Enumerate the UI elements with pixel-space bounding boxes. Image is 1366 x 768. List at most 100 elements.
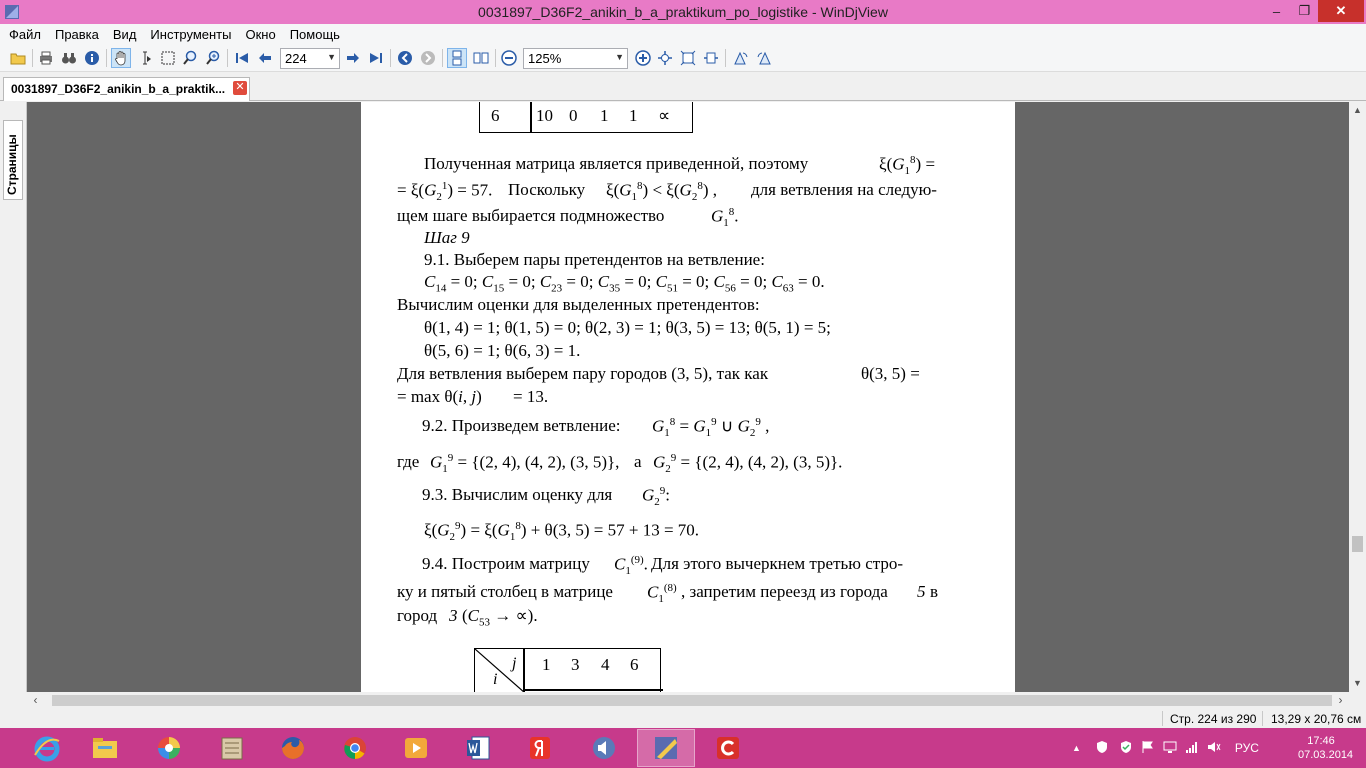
last-page-icon[interactable] — [366, 48, 386, 68]
paragraph-line: а — [634, 452, 642, 471]
horizontal-scroll-thumb[interactable] — [52, 695, 1332, 706]
scroll-right-icon[interactable]: › — [1332, 692, 1349, 709]
continuous-layout-icon[interactable] — [447, 48, 467, 68]
formula: C1(8) — [647, 582, 677, 606]
paragraph-line: ку и пятый столбец в матрице — [397, 582, 613, 601]
print-icon[interactable] — [36, 48, 56, 68]
file-explorer-icon[interactable] — [76, 729, 134, 767]
vertical-scroll-thumb[interactable] — [1352, 536, 1363, 552]
facing-pages-icon[interactable] — [471, 48, 491, 68]
table-divider — [530, 102, 532, 132]
zoom-combo[interactable]: 125% ▼ — [523, 48, 628, 69]
formula: C14 = 0; C15 = 0; C23 = 0; C35 = 0; C51 … — [424, 272, 825, 295]
table-cell: 0 — [569, 106, 578, 125]
tray-clock[interactable]: 17:46 07.03.2014 — [1298, 734, 1353, 762]
tray-area: ▲ РУС — [1072, 728, 1279, 768]
network-signal-icon[interactable] — [1185, 740, 1199, 757]
vertical-scrollbar[interactable]: ▲ ▼ — [1349, 102, 1366, 692]
paragraph-line: Вычислим оценки для выделенных претенден… — [397, 295, 760, 314]
horizontal-scrollbar[interactable]: ‹ › — [27, 692, 1349, 709]
formula: G29: — [642, 485, 671, 509]
media-player-icon[interactable] — [387, 729, 445, 767]
table-cell: 6 — [491, 106, 500, 125]
previous-page-icon[interactable] — [255, 48, 275, 68]
firefox-icon[interactable] — [264, 729, 322, 767]
menu-edit[interactable]: Правка — [48, 27, 106, 42]
rotate-right-icon[interactable] — [754, 48, 774, 68]
document-tab[interactable]: 0031897_D36F2_anikin_b_a_praktik... — [3, 77, 250, 101]
pages-panel-tab-label: Страницы — [5, 134, 19, 195]
matrix-table-top: 6 10 0 1 1 ∝ — [479, 102, 693, 133]
windjview-taskbar-icon[interactable] — [637, 729, 695, 767]
formula: (C53 → ∝). — [462, 606, 538, 629]
shield-icon[interactable] — [1095, 740, 1109, 757]
yandex-browser-icon[interactable] — [511, 729, 569, 767]
zoom-value: 125% — [528, 51, 562, 66]
open-icon[interactable] — [8, 48, 28, 68]
tab-close-icon[interactable]: ✕ — [233, 81, 247, 95]
find-binoculars-icon[interactable] — [59, 48, 79, 68]
first-page-icon[interactable] — [232, 48, 252, 68]
fit-width-icon[interactable] — [701, 48, 721, 68]
input-language-indicator[interactable]: РУС — [1235, 741, 1259, 755]
speaker-app-icon[interactable] — [575, 729, 633, 767]
document-tab-label: 0031897_D36F2_anikin_b_a_praktik... — [11, 82, 226, 96]
rotate-left-icon[interactable] — [731, 48, 751, 68]
paragraph-line: Для ветвления выберем пару городов (3, 5… — [397, 364, 769, 383]
scroll-left-icon[interactable]: ‹ — [27, 692, 44, 709]
scroll-down-icon[interactable]: ▼ — [1349, 675, 1366, 692]
table-divider — [523, 689, 663, 691]
rect-select-icon[interactable] — [158, 48, 178, 68]
toolbar-separator — [106, 49, 107, 67]
formula: G18. — [711, 206, 739, 230]
toolbar — [0, 44, 1366, 72]
red-app-icon[interactable] — [699, 729, 757, 767]
document-viewer[interactable]: 6 10 0 1 1 ∝ Полученная матрица является… — [27, 102, 1349, 692]
menu-help[interactable]: Помощь — [283, 27, 347, 42]
restore-button[interactable]: ❐ — [1290, 0, 1319, 22]
show-hidden-icons-icon[interactable]: ▲ — [1072, 743, 1081, 753]
flag-icon[interactable] — [1141, 740, 1155, 757]
chrome-icon[interactable] — [326, 729, 384, 767]
next-page-icon[interactable] — [343, 48, 363, 68]
minimize-button[interactable]: – — [1262, 0, 1291, 22]
archive-icon[interactable] — [203, 729, 261, 767]
menu-view[interactable]: Вид — [106, 27, 144, 42]
scroll-up-icon[interactable]: ▲ — [1349, 102, 1366, 119]
formula: ξ(G18) = — [879, 154, 936, 178]
menu-window[interactable]: Окно — [238, 27, 282, 42]
display-icon[interactable] — [1163, 740, 1177, 757]
table-cell: ∝ — [658, 106, 671, 125]
picasa-icon[interactable] — [140, 729, 198, 767]
actual-size-icon[interactable] — [655, 48, 675, 68]
close-button[interactable]: ✕ — [1318, 0, 1364, 22]
menu-file[interactable]: Файл — [2, 27, 48, 42]
chevron-down-icon[interactable]: ▼ — [615, 52, 624, 62]
page-number-combo[interactable]: 224 ▼ — [280, 48, 340, 69]
menu-tools[interactable]: Инструменты — [143, 27, 238, 42]
zoom-rect-icon[interactable] — [203, 48, 223, 68]
text-select-icon[interactable] — [135, 48, 155, 68]
formula: ξ(G29) = ξ(G18) + θ(3, 5) = 57 + 13 = 70… — [424, 520, 700, 544]
formula: θ(1, 4) = 1; θ(1, 5) = 0; θ(2, 3) = 1; θ… — [424, 318, 831, 337]
zoom-in-icon[interactable] — [633, 48, 653, 68]
fit-page-icon[interactable] — [678, 48, 698, 68]
chevron-down-icon[interactable]: ▼ — [327, 52, 336, 62]
info-icon[interactable] — [82, 48, 102, 68]
zoom-tool-icon[interactable] — [180, 48, 200, 68]
security-check-icon[interactable] — [1119, 740, 1133, 757]
pages-panel-tab[interactable]: Страницы — [3, 120, 23, 200]
formula: G29 = {(2, 4), (4, 2), (3, 5)}. — [653, 452, 843, 476]
back-icon[interactable] — [395, 48, 415, 68]
forward-icon[interactable] — [418, 48, 438, 68]
word-icon[interactable] — [449, 729, 507, 767]
step-heading: Шаг 9 — [424, 228, 470, 247]
toolbar-separator — [32, 49, 33, 67]
paragraph-line: , запретим переезд из города — [681, 582, 888, 601]
zoom-out-icon[interactable] — [499, 48, 519, 68]
ie-icon[interactable] — [18, 729, 76, 767]
hand-tool-icon[interactable] — [111, 48, 131, 68]
volume-icon[interactable] — [1207, 740, 1221, 757]
status-separator — [1262, 711, 1263, 726]
toolbar-separator — [725, 49, 726, 67]
